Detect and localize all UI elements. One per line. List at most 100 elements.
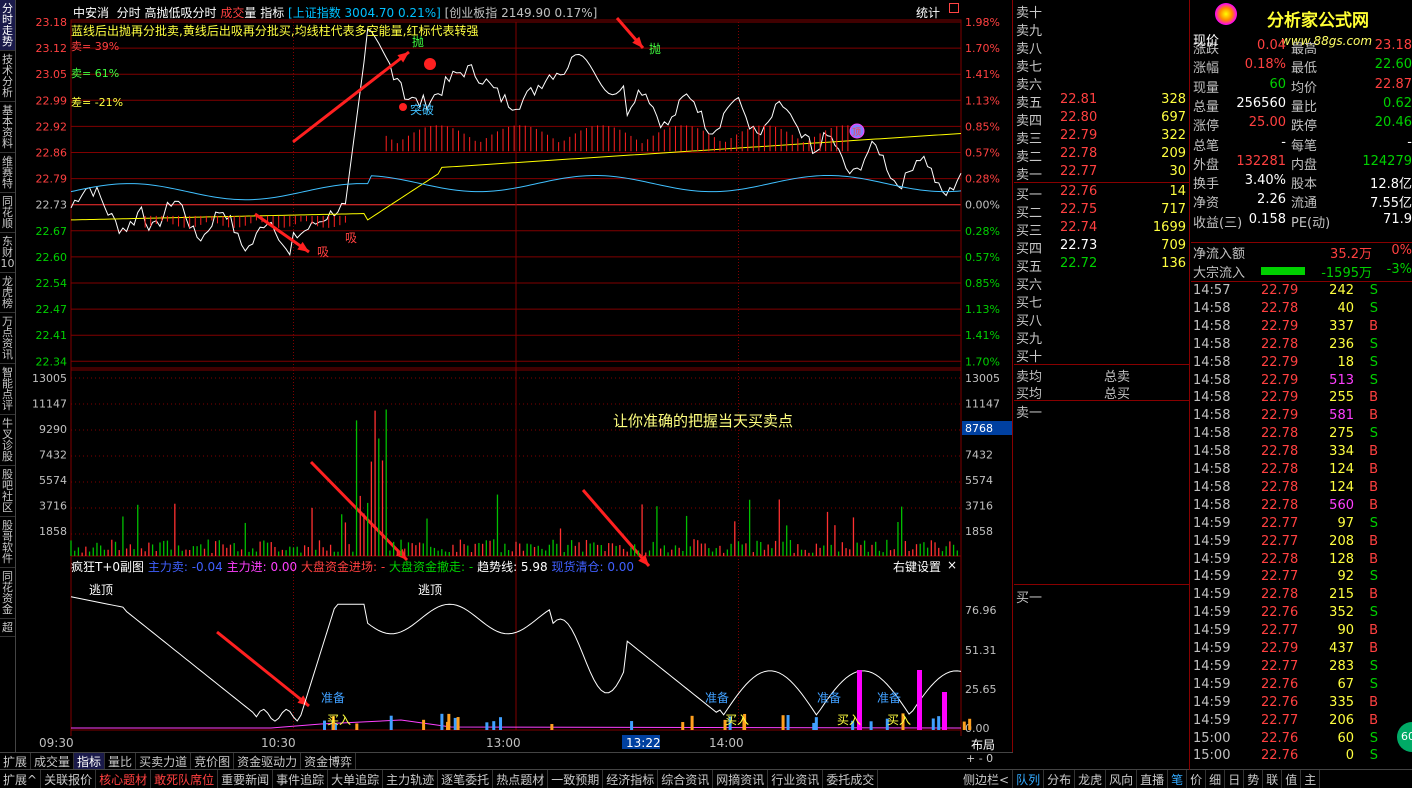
tick-price: 22.77 xyxy=(1261,712,1299,728)
price-tick-left: 22.47 xyxy=(36,303,68,316)
subtab-5[interactable]: 竞价图 xyxy=(191,753,235,770)
bottom-tab-12[interactable]: 综合资讯 xyxy=(658,770,714,788)
tick-vol: 236 xyxy=(1329,336,1354,352)
buy-row[interactable]: 买五 22.72 136 xyxy=(1014,256,1190,275)
left-tab-3[interactable]: 维赛特 xyxy=(0,153,15,193)
left-tab-10[interactable]: 股吧社区 xyxy=(0,466,15,517)
left-tab-6[interactable]: 龙虎榜 xyxy=(0,273,15,313)
buy-row[interactable]: 买六 xyxy=(1014,274,1190,293)
bottom-tab-9[interactable]: 热点题材 xyxy=(493,770,549,788)
buy-row[interactable]: 买十 xyxy=(1014,346,1190,365)
bottom-right-tab-0[interactable]: 侧边栏< xyxy=(960,770,1014,788)
buy-row[interactable]: 买一 22.76 14 xyxy=(1014,184,1190,203)
chart-area[interactable]: 23.18 1.98% 23.12 1.70% 23.05 1.41% 22.99 1.13%… xyxy=(17,0,1013,752)
bottom-tab-0[interactable]: 扩展^ xyxy=(0,770,42,788)
subtab-2[interactable]: 指标 xyxy=(74,753,106,770)
buy-row[interactable]: 买四 22.73 709 xyxy=(1014,238,1190,257)
buju-button[interactable]: 布局 xyxy=(971,736,995,753)
buy-row[interactable]: 买二 22.75 717 xyxy=(1014,202,1190,221)
bottom-tab-4[interactable]: 重要新闻 xyxy=(218,770,274,788)
tab-fenshi[interactable]: 分时 xyxy=(117,6,141,20)
bottom-right-tab-6[interactable]: 笔 xyxy=(1168,770,1188,788)
bottom-tab-3[interactable]: 敢死队席位 xyxy=(151,770,219,788)
buy-row[interactable]: 买八 xyxy=(1014,310,1190,329)
bottom-tab-8[interactable]: 逐笔委托 xyxy=(438,770,494,788)
left-tab-5[interactable]: 东财10 xyxy=(0,233,15,273)
sell-row[interactable]: 卖三 22.79 322 xyxy=(1014,128,1190,147)
left-tab-2[interactable]: 基本资料 xyxy=(0,102,15,153)
bottom-tab-15[interactable]: 委托成交 xyxy=(823,770,879,788)
tab-gaopao[interactable]: 高抛低吸分时 xyxy=(145,6,217,20)
bottom-right-tab-5[interactable]: 直播 xyxy=(1137,770,1169,788)
sell-row[interactable]: 卖二 22.78 209 xyxy=(1014,146,1190,165)
tick-time: 14:58 xyxy=(1193,408,1231,424)
sell-row[interactable]: 卖十 xyxy=(1014,2,1190,21)
buy-row[interactable]: 买三 22.74 1699 xyxy=(1014,220,1190,239)
bottom-tab-5[interactable]: 事件追踪 xyxy=(273,770,329,788)
sell-row[interactable]: 卖七 xyxy=(1014,56,1190,75)
queue-buy1[interactable]: 买一 xyxy=(1014,587,1190,606)
bottom-right-tab-3[interactable]: 龙虎 xyxy=(1075,770,1107,788)
sell-row[interactable]: 卖一 22.77 30 xyxy=(1014,164,1190,183)
bottom-tab-14[interactable]: 行业资讯 xyxy=(768,770,824,788)
bottom-right-tab-8[interactable]: 细 xyxy=(1206,770,1226,788)
bottom-tab-11[interactable]: 经济指标 xyxy=(603,770,659,788)
bottom-right-tab-2[interactable]: 分布 xyxy=(1044,770,1076,788)
buy-row[interactable]: 买七 xyxy=(1014,292,1190,311)
left-tab-1[interactable]: 技术分析 xyxy=(0,51,15,102)
subtab-4[interactable]: 买卖力道 xyxy=(136,753,192,770)
left-tab-13[interactable]: 超 xyxy=(0,619,15,637)
subtab-1[interactable]: 成交量 xyxy=(31,753,75,770)
stat-row: 总笔 - 每笔 - xyxy=(1191,135,1412,154)
subtab-6[interactable]: 资金驱动力 xyxy=(234,753,302,770)
subtab-7[interactable]: 资金博弈 xyxy=(301,753,357,770)
left-tab-11[interactable]: 股哥软件 xyxy=(0,517,15,568)
label-liang[interactable]: 量 xyxy=(244,6,256,20)
bottom-tab-13[interactable]: 网摘资讯 xyxy=(713,770,769,788)
vol-tick-left: 7432 xyxy=(39,449,67,462)
sell-row[interactable]: 卖四 22.80 697 xyxy=(1014,110,1190,129)
left-tab-4[interactable]: 同花顺 xyxy=(0,193,15,233)
bottom-right-tab-11[interactable]: 联 xyxy=(1263,770,1283,788)
subtab-3[interactable]: 量比 xyxy=(105,753,137,770)
bottom-tab-7[interactable]: 主力轨迹 xyxy=(383,770,439,788)
vol-tick-left: 11147 xyxy=(32,398,67,411)
close-icon[interactable] xyxy=(949,3,959,13)
queue-sell1[interactable]: 卖一 xyxy=(1014,402,1190,421)
left-tab-12[interactable]: 同花资金 xyxy=(0,568,15,619)
left-tab-8[interactable]: 智能点评 xyxy=(0,364,15,415)
indicator-close-icon[interactable]: × xyxy=(947,558,957,572)
sell-row[interactable]: 卖八 xyxy=(1014,38,1190,57)
label-cj[interactable]: 成交 xyxy=(220,6,244,20)
bottom-right-tabs: 侧边栏< 队列 分布 龙虎 风向 直播笔价细日势联值主 xyxy=(960,770,1321,788)
bottom-right-tab-4[interactable]: 风向 xyxy=(1106,770,1138,788)
sell-row[interactable]: 卖九 xyxy=(1014,20,1190,39)
left-tab-9[interactable]: 牛叉诊股 xyxy=(0,415,15,466)
bottom-right-tab-13[interactable]: 主 xyxy=(1301,770,1321,788)
zoom-controls[interactable]: + - 0 xyxy=(966,752,993,765)
indicator-settings-button[interactable]: 右键设置 xyxy=(893,558,941,575)
sell-row[interactable]: 卖六 xyxy=(1014,74,1190,93)
bottom-tab-1[interactable]: 关联报价 xyxy=(41,770,97,788)
buy-price: 22.74 xyxy=(1060,220,1098,235)
intraday-chart-svg[interactable]: 23.18 1.98% 23.12 1.70% 23.05 1.41% 22.99 1.13%… xyxy=(17,0,1013,752)
bottom-right-tab-12[interactable]: 值 xyxy=(1282,770,1302,788)
bottom-right-tab-1[interactable]: 队列 xyxy=(1013,770,1045,788)
subtab-0[interactable]: 扩展 xyxy=(0,753,32,770)
tick-side: S xyxy=(1369,569,1378,585)
bottom-tab-2[interactable]: 核心题材 xyxy=(96,770,152,788)
bottom-right-tab-10[interactable]: 势 xyxy=(1244,770,1264,788)
book-divider-2 xyxy=(1014,364,1190,365)
left-tab-0[interactable]: 分时走势 xyxy=(0,0,15,51)
bottom-tab-6[interactable]: 大单追踪 xyxy=(328,770,384,788)
buy-row[interactable]: 买九 xyxy=(1014,328,1190,347)
bottom-right-tab-7[interactable]: 价 xyxy=(1187,770,1207,788)
sell-row[interactable]: 卖五 22.81 328 xyxy=(1014,92,1190,111)
buy-label: 买二 xyxy=(1016,206,1043,221)
stats-button[interactable]: 统计 xyxy=(916,4,940,21)
bottom-right-tab-9[interactable]: 日 xyxy=(1225,770,1245,788)
tick-price: 22.79 xyxy=(1261,641,1299,656)
label-zhibiao[interactable]: 指标 xyxy=(260,6,284,20)
bottom-tab-10[interactable]: 一致预期 xyxy=(548,770,604,788)
left-tab-7[interactable]: 万点资讯 xyxy=(0,313,15,364)
